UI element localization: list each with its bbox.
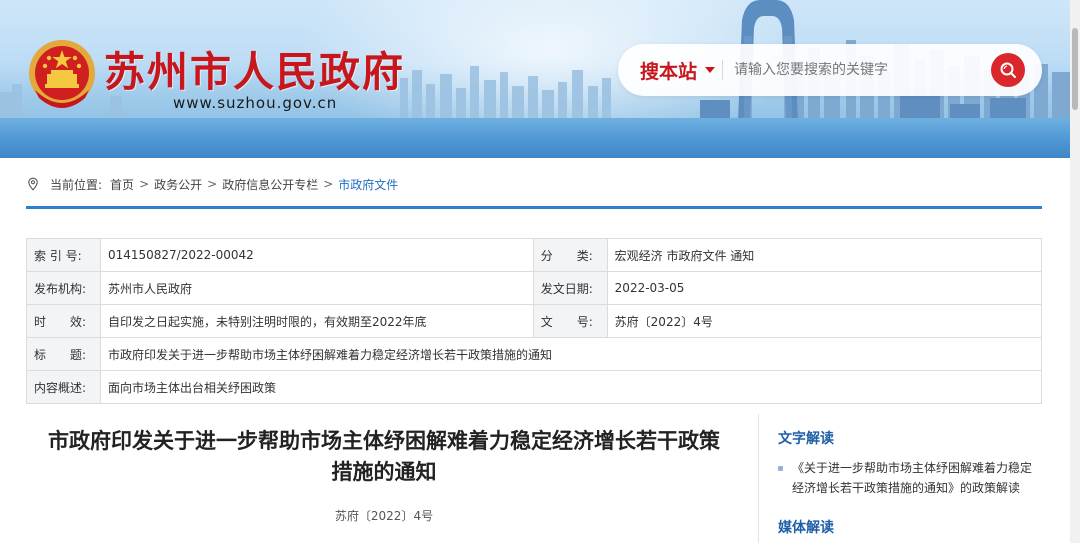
search-button[interactable] (991, 53, 1025, 87)
breadcrumb-separator: > (323, 177, 334, 191)
search-scope-label: 搜本站 (640, 60, 698, 83)
scrollbar-thumb[interactable] (1072, 28, 1078, 110)
info-value: 2022-03-05 (606, 271, 1043, 305)
search-box: 搜本站 (618, 44, 1042, 96)
site-url: www.suzhou.gov.cn (173, 94, 338, 112)
national-emblem-icon (29, 40, 95, 108)
info-label: 文 号: (532, 304, 608, 338)
info-title-value: 市政府印发关于进一步帮助市场主体纾困解难着力稳定经济增长若干政策措施的通知 (99, 337, 1043, 371)
header-banner: 苏州市人民政府 www.suzhou.gov.cn 搜本站 (0, 0, 1070, 158)
table-row: 索 引 号: 014150827/2022-00042 分 类: 宏观经济 市政… (26, 238, 1043, 272)
article-title-line: 市政府印发关于进一步帮助市场主体纾困解难着力稳定经济增长若干政策 (48, 429, 720, 453)
info-label: 发文日期: (532, 271, 608, 305)
info-value: 苏府〔2022〕4号 (606, 304, 1043, 338)
caret-down-icon (705, 67, 716, 73)
site-title[interactable]: 苏州市人民政府 (104, 38, 405, 98)
search-icon (1000, 62, 1017, 79)
breadcrumb-info-column[interactable]: 政府信息公开专栏 (222, 176, 318, 193)
info-value: 苏州市人民政府 (99, 271, 534, 305)
info-summary-value: 面向市场主体出台相关纾困政策 (99, 370, 1043, 404)
info-value: 自印发之日起实施，未特别注明时限的，有效期至2022年底 (99, 304, 534, 338)
search-divider (722, 60, 723, 80)
article-title: 市政府印发关于进一步帮助市场主体纾困解难着力稳定经济增长若干政策 措施的通知 (26, 426, 742, 488)
breadcrumb-separator: > (207, 177, 218, 191)
table-row: 标 题: 市政府印发关于进一步帮助市场主体纾困解难着力稳定经济增长若干政策措施的… (26, 337, 1043, 371)
info-label: 标 题: (26, 337, 101, 371)
table-row: 时 效: 自印发之日起实施，未特别注明时限的，有效期至2022年底 文 号: 苏… (26, 304, 1043, 338)
document-info-table: 索 引 号: 014150827/2022-00042 分 类: 宏观经济 市政… (26, 238, 1043, 404)
document-number: 苏府〔2022〕4号 (334, 509, 434, 523)
info-label: 分 类: (532, 238, 608, 272)
blue-divider (26, 206, 1042, 209)
text-interpretation-heading[interactable]: 文字解读 (778, 428, 834, 448)
search-scope-dropdown[interactable]: 搜本站 (640, 56, 716, 84)
content-divider (758, 414, 759, 543)
breadcrumb: 当前位置: 首页 > 政务公开 > 政府信息公开专栏 > 市政府文件 (26, 174, 398, 194)
table-row: 内容概述: 面向市场主体出台相关纾困政策 (26, 370, 1043, 404)
breadcrumb-separator: > (139, 177, 150, 191)
interpretation-link-text: 《关于进一步帮助市场主体纾困解难着力稳定经济增长若干政策措施的通知》的政策解读 (792, 461, 1033, 495)
breadcrumb-home[interactable]: 首页 (110, 176, 134, 193)
info-label: 内容概述: (26, 370, 101, 404)
info-label: 发布机构: (26, 271, 101, 305)
breadcrumb-gov-affairs[interactable]: 政务公开 (154, 176, 202, 193)
interpretation-link[interactable]: 《关于进一步帮助市场主体纾困解难着力稳定经济增长若干政策措施的通知》的政策解读 (778, 458, 1042, 498)
info-value: 014150827/2022-00042 (99, 238, 534, 272)
page: 苏州市人民政府 www.suzhou.gov.cn 搜本站 当前位置: (0, 0, 1080, 543)
breadcrumb-prefix: 当前位置: (50, 177, 103, 192)
search-input[interactable] (734, 56, 984, 84)
info-label: 索 引 号: (26, 238, 101, 272)
table-row: 发布机构: 苏州市人民政府 发文日期: 2022-03-05 (26, 271, 1043, 305)
breadcrumb-city-docs[interactable]: 市政府文件 (338, 176, 398, 193)
info-value: 宏观经济 市政府文件 通知 (606, 238, 1043, 272)
article-title-line: 措施的通知 (331, 460, 437, 484)
bullet-icon (778, 466, 783, 471)
info-label: 时 效: (26, 304, 101, 338)
lake-water (0, 118, 1070, 158)
page-scrollbar[interactable] (1070, 0, 1080, 543)
location-pin-icon (28, 177, 38, 191)
media-interpretation-heading[interactable]: 媒体解读 (778, 517, 834, 537)
